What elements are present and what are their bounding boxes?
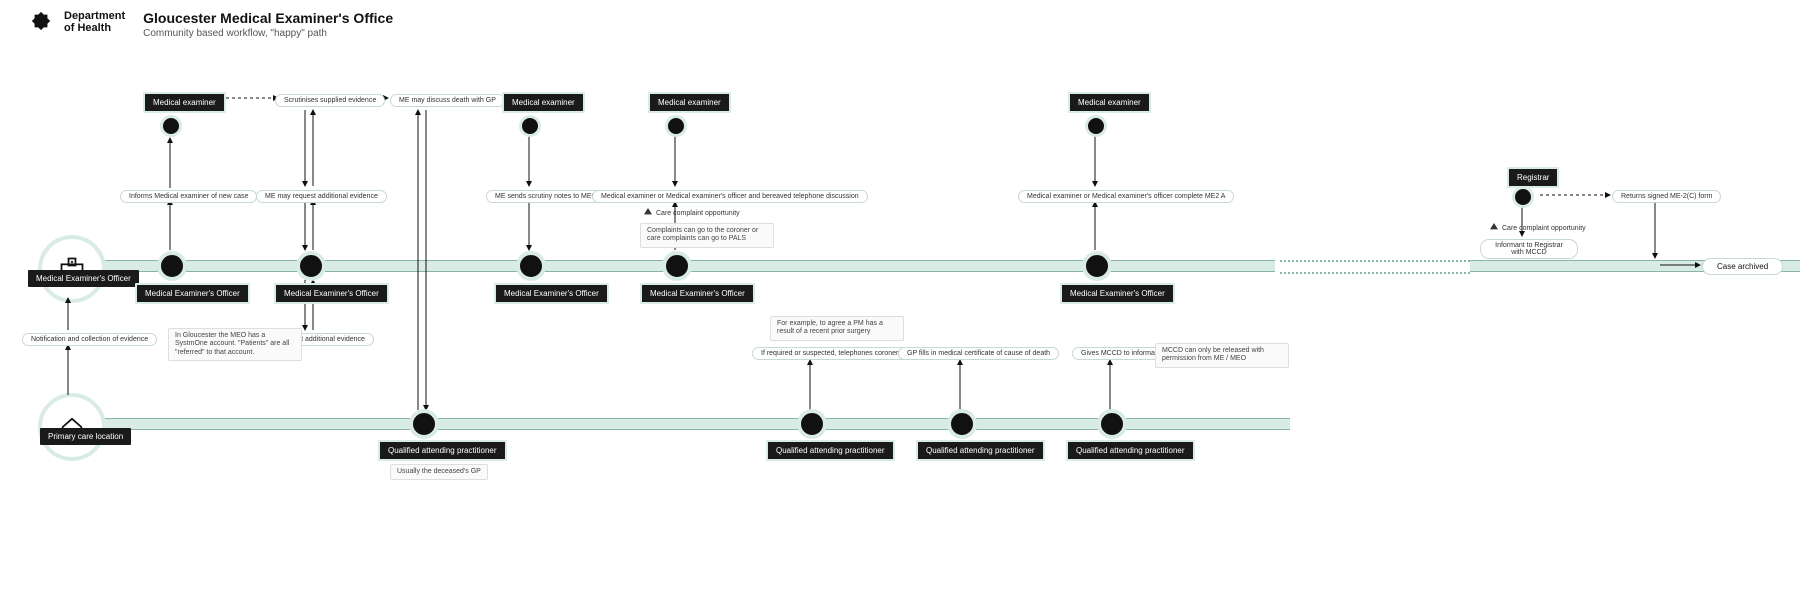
note-pm-surgery: For example, to agree a PM has a result … xyxy=(770,316,904,341)
node-meo-1 xyxy=(157,251,187,281)
lane-meo-band-dashed xyxy=(1280,260,1470,274)
node-meo-4 xyxy=(662,251,692,281)
msg-informant-registrar: Informant to Registrar with MCCD xyxy=(1480,239,1578,259)
care-opportunity-1: Care complaint opportunity xyxy=(644,208,740,217)
node-qap-4 xyxy=(1097,409,1127,439)
arrows-layer xyxy=(0,0,1820,591)
role-me-2: Medical examiner xyxy=(502,92,585,113)
node-qap-3 xyxy=(947,409,977,439)
page-subtitle: Community based workflow, "happy" path xyxy=(143,28,393,39)
msg-gp-fills: GP fills in medical certificate of cause… xyxy=(898,347,1059,360)
lane-meo-label: Medical Examiner's Officer xyxy=(28,270,139,287)
role-me-3: Medical examiner xyxy=(648,92,731,113)
role-me-4: Medical examiner xyxy=(1068,92,1151,113)
role-meo-3: Medical Examiner's Officer xyxy=(494,283,609,304)
msg-scrutiny-notes: ME sends scrutiny notes to MEO xyxy=(486,190,606,203)
workflow-diagram: Department of Health Gloucester Medical … xyxy=(0,0,1820,591)
role-meo-2: Medical Examiner's Officer xyxy=(274,283,389,304)
role-registrar: Registrar xyxy=(1507,167,1559,188)
care-opportunity-2: Care complaint opportunity xyxy=(1490,223,1586,232)
crest-icon xyxy=(30,10,52,37)
home-icon xyxy=(38,393,106,461)
header: Department of Health Gloucester Medical … xyxy=(30,10,393,39)
node-me-4 xyxy=(1085,115,1107,137)
role-qap-3: Qualified attending practitioner xyxy=(916,440,1045,461)
msg-returns-form: Returns signed ME-2(C) form xyxy=(1612,190,1721,203)
note-mccd-release: MCCD can only be released with permissio… xyxy=(1155,343,1289,368)
role-me-1: Medical examiner xyxy=(143,92,226,113)
msg-bereaved: Medical examiner or Medical examiner's o… xyxy=(592,190,868,203)
msg-may-discuss: ME may discuss death with GP xyxy=(390,94,505,107)
msg-may-request: ME may request additional evidence xyxy=(256,190,387,203)
node-meo-3 xyxy=(516,251,546,281)
note-usually-gp: Usually the deceased's GP xyxy=(390,464,488,480)
role-qap-4: Qualified attending practitioner xyxy=(1066,440,1195,461)
node-me-1 xyxy=(160,115,182,137)
note-coroner-pals: Complaints can go to the coroner or care… xyxy=(640,223,774,248)
role-qap-2: Qualified attending practitioner xyxy=(766,440,895,461)
note-systmone: In Gloucester the MEO has a SystmOne acc… xyxy=(168,328,302,361)
hospital-icon xyxy=(38,235,106,303)
role-meo-4: Medical Examiner's Officer xyxy=(640,283,755,304)
dept-name-2: of Health xyxy=(64,22,125,34)
node-me-3 xyxy=(665,115,687,137)
msg-notification: Notification and collection of evidence xyxy=(22,333,157,346)
node-meo-2 xyxy=(296,251,326,281)
role-qap-1: Qualified attending practitioner xyxy=(378,440,507,461)
msg-informs-me: Informs Medical examiner of new case xyxy=(120,190,257,203)
lane-primary-label: Primary care location xyxy=(40,428,131,445)
msg-scrutinises: Scrutinises supplied evidence xyxy=(275,94,385,107)
node-qap-2 xyxy=(797,409,827,439)
role-meo-5: Medical Examiner's Officer xyxy=(1060,283,1175,304)
node-qap-1 xyxy=(409,409,439,439)
node-me-2 xyxy=(519,115,541,137)
msg-me2a: Medical examiner or Medical examiner's o… xyxy=(1018,190,1234,203)
page-title: Gloucester Medical Examiner's Office xyxy=(143,10,393,26)
end-archived: Case archived xyxy=(1702,258,1783,275)
role-meo-1: Medical Examiner's Officer xyxy=(135,283,250,304)
node-meo-5 xyxy=(1082,251,1112,281)
dept-name-1: Department xyxy=(64,10,125,22)
node-registrar xyxy=(1512,186,1534,208)
